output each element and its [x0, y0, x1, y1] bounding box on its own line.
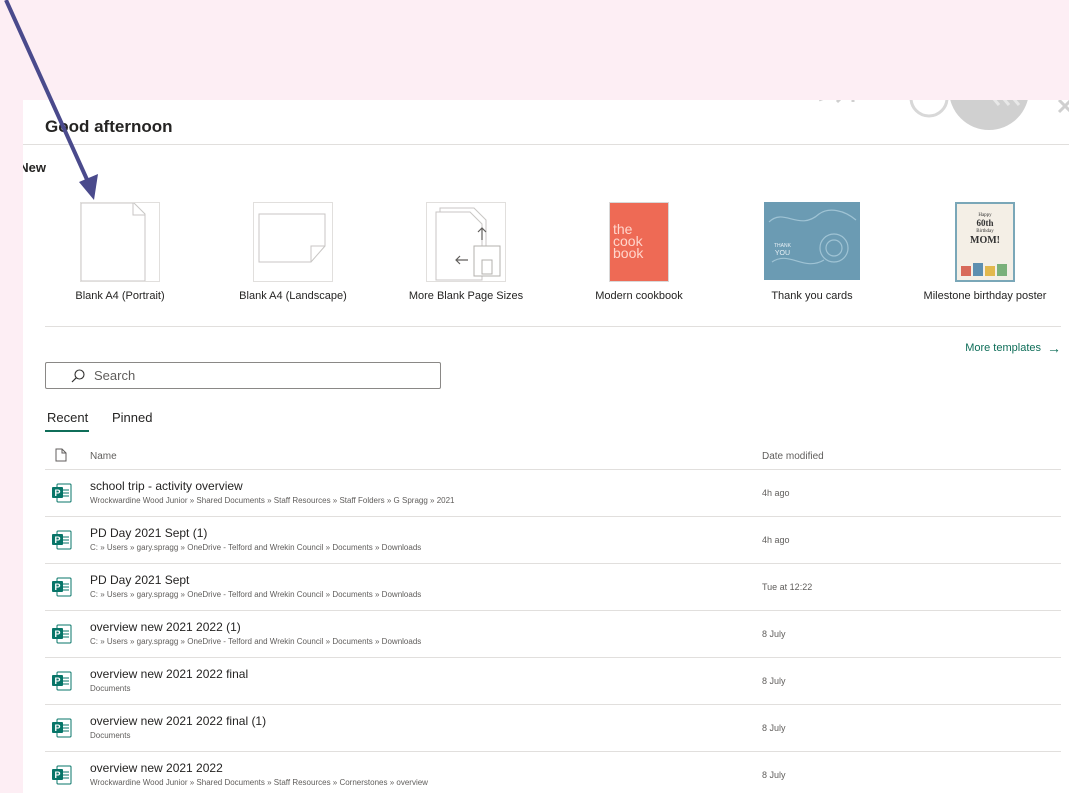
- file-row[interactable]: P overview new 2021 2022 Wrockwardine Wo…: [45, 752, 1061, 793]
- file-path: C: » Users » gary.spragg » OneDrive - Te…: [90, 590, 422, 599]
- publisher-file-icon: P: [52, 671, 72, 691]
- more-templates-label: More templates: [965, 342, 1041, 354]
- template-blank-portrait[interactable]: Blank A4 (Portrait): [45, 202, 195, 302]
- thumb-text: book: [613, 245, 644, 261]
- svg-text:P: P: [55, 535, 61, 545]
- svg-text:P: P: [55, 629, 61, 639]
- column-header-name[interactable]: Name: [90, 451, 117, 462]
- thumb-text: Birthday: [976, 229, 994, 234]
- file-date: 8 July: [762, 770, 786, 780]
- thumb-text: 60th: [976, 218, 994, 228]
- svg-text:P: P: [55, 582, 61, 592]
- divider: [23, 144, 1069, 145]
- file-date: 4h ago: [762, 535, 790, 545]
- template-birthday-poster[interactable]: Happy 60th Birthday MOM! Milestone birth…: [910, 202, 1060, 302]
- file-path: Wrockwardine Wood Junior » Shared Docume…: [90, 778, 428, 787]
- file-path: C: » Users » gary.spragg » OneDrive - Te…: [90, 543, 422, 552]
- svg-text:P: P: [55, 770, 61, 780]
- publisher-file-icon: P: [52, 530, 72, 550]
- thumb-text: MOM!: [970, 235, 1000, 246]
- tab-recent[interactable]: Recent: [47, 410, 88, 425]
- template-blank-landscape[interactable]: Blank A4 (Landscape): [218, 202, 368, 302]
- publisher-file-icon: P: [52, 624, 72, 644]
- file-row[interactable]: P overview new 2021 2022 final Documents…: [45, 658, 1061, 705]
- template-modern-cookbook[interactable]: the cook book Modern cookbook: [564, 202, 714, 302]
- blank-landscape-icon: [253, 202, 333, 282]
- list-header: Name Date modified: [45, 446, 1061, 468]
- file-date: 8 July: [762, 723, 786, 733]
- start-panel: Good afternoon ⌄ New Blank A4 (Portrait)…: [23, 100, 1069, 793]
- file-date: 4h ago: [762, 488, 790, 498]
- file-row[interactable]: P school trip - activity overview Wrockw…: [45, 470, 1061, 517]
- file-path: Documents: [90, 731, 131, 740]
- publisher-file-icon: P: [52, 765, 72, 785]
- template-thank-you-cards[interactable]: THANK YOU Thank you cards: [737, 202, 887, 302]
- birthday-thumbnail: Happy 60th Birthday MOM!: [955, 202, 1015, 282]
- file-path: C: » Users » gary.spragg » OneDrive - Te…: [90, 637, 422, 646]
- file-row[interactable]: P PD Day 2021 Sept C: » Users » gary.spr…: [45, 564, 1061, 611]
- template-more-sizes[interactable]: More Blank Page Sizes: [391, 202, 541, 302]
- publisher-file-icon: P: [52, 483, 72, 503]
- file-name: PD Day 2021 Sept: [90, 573, 190, 587]
- file-row[interactable]: P overview new 2021 2022 (1) C: » Users …: [45, 611, 1061, 658]
- divider: [45, 326, 1061, 327]
- svg-text:P: P: [55, 488, 61, 498]
- file-name: overview new 2021 2022: [90, 761, 223, 775]
- cookbook-thumbnail: the cook book: [609, 202, 669, 282]
- svg-text:P: P: [55, 676, 61, 686]
- search-input[interactable]: Search: [45, 362, 441, 389]
- file-name: PD Day 2021 Sept (1): [90, 526, 208, 540]
- file-name: overview new 2021 2022 (1): [90, 620, 241, 634]
- search-placeholder: Search: [94, 368, 136, 383]
- thumb-text: YOU: [774, 250, 791, 257]
- search-icon: [71, 369, 85, 383]
- file-row[interactable]: P PD Day 2021 Sept (1) C: » Users » gary…: [45, 517, 1061, 564]
- template-caption: Thank you cards: [771, 290, 853, 302]
- blank-portrait-icon: [80, 202, 160, 282]
- file-row[interactable]: P overview new 2021 2022 final (1) Docum…: [45, 705, 1061, 752]
- template-caption: Blank A4 (Portrait): [75, 290, 165, 302]
- file-name: school trip - activity overview: [90, 479, 243, 493]
- file-date: 8 July: [762, 676, 786, 686]
- greeting-title: Good afternoon: [45, 117, 173, 136]
- thank-you-thumbnail: THANK YOU: [764, 202, 860, 280]
- new-section-label: New: [23, 160, 46, 175]
- publisher-file-icon: P: [52, 718, 72, 738]
- arrow-right-icon: →: [1047, 340, 1061, 356]
- new-section-toggle[interactable]: ⌄ New: [23, 160, 46, 175]
- header-decoration: [819, 100, 1069, 130]
- svg-text:P: P: [55, 723, 61, 733]
- file-path: Wrockwardine Wood Junior » Shared Docume…: [90, 496, 455, 505]
- column-header-date[interactable]: Date modified: [762, 451, 824, 462]
- more-templates-link[interactable]: More templates →: [965, 340, 1061, 356]
- template-caption: Blank A4 (Landscape): [239, 290, 347, 302]
- file-name: overview new 2021 2022 final (1): [90, 714, 267, 728]
- more-sizes-icon: [426, 202, 506, 282]
- template-caption: Milestone birthday poster: [923, 290, 1047, 302]
- file-type-icon: [55, 448, 67, 462]
- file-path: Documents: [90, 684, 131, 693]
- file-date: 8 July: [762, 629, 786, 639]
- template-caption: More Blank Page Sizes: [408, 290, 524, 302]
- template-caption: Modern cookbook: [595, 290, 683, 302]
- tab-pinned[interactable]: Pinned: [112, 410, 152, 425]
- active-tab-indicator: [45, 430, 89, 432]
- file-name: overview new 2021 2022 final: [90, 667, 249, 681]
- thumb-text: THANK: [774, 243, 791, 249]
- publisher-file-icon: P: [52, 577, 72, 597]
- file-date: Tue at 12:22: [762, 582, 813, 592]
